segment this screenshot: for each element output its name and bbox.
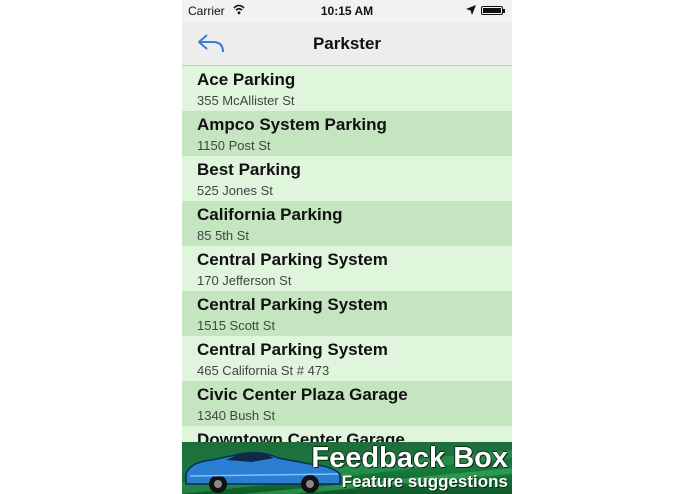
item-address: 355 McAllister St [197, 93, 295, 108]
item-address: 1340 Bush St [197, 408, 276, 423]
item-address: 1515 Scott St [197, 318, 276, 333]
item-name: Central Parking System [197, 340, 388, 359]
list-item[interactable]: Central Parking System 170 Jefferson St [182, 246, 512, 291]
feedback-banner[interactable]: Feedback Box Feature suggestions [182, 442, 512, 494]
item-address: 465 California St # 473 [197, 363, 330, 378]
item-name: Ampco System Parking [197, 115, 387, 134]
item-name: Ace Parking [197, 70, 296, 89]
page-title: Parkster [312, 34, 382, 53]
list-item[interactable]: Central Parking System 465 California St… [182, 336, 512, 381]
item-name: Civic Center Plaza Garage [197, 385, 408, 404]
status-time: 10:15 AM [320, 4, 374, 18]
item-name: Central Parking System [197, 250, 388, 269]
battery-icon [481, 6, 505, 15]
navigation-bar: Parkster [182, 22, 512, 66]
item-address: 85 5th St [197, 228, 250, 243]
item-address: 1150 Post St [197, 138, 271, 153]
item-name: California Parking [197, 205, 343, 224]
list-item[interactable]: California Parking 85 5th St [182, 201, 512, 246]
list-item[interactable]: Best Parking 525 Jones St [182, 156, 512, 201]
item-address: 525 Jones St [197, 183, 273, 198]
banner-headline: Feedback Box [311, 442, 508, 474]
list-item[interactable]: Ampco System Parking 1150 Post St [182, 111, 512, 156]
item-name: Central Parking System [197, 295, 388, 314]
phone-screen: Carrier 10:15 AM Parkster Ace Parking 35… [182, 0, 512, 494]
location-arrow-icon [466, 5, 476, 15]
item-name: Best Parking [197, 160, 301, 179]
list-item[interactable]: Central Parking System 1515 Scott St [182, 291, 512, 336]
status-bar: Carrier 10:15 AM [182, 0, 512, 22]
list-item[interactable]: Ace Parking 355 McAllister St [182, 66, 512, 111]
banner-subtitle: Feature suggestions [341, 472, 508, 491]
item-address: 170 Jefferson St [197, 273, 292, 288]
list-item[interactable]: Civic Center Plaza Garage 1340 Bush St [182, 381, 512, 426]
parking-list: Ace Parking 355 McAllister St Ampco Syst… [182, 66, 512, 471]
